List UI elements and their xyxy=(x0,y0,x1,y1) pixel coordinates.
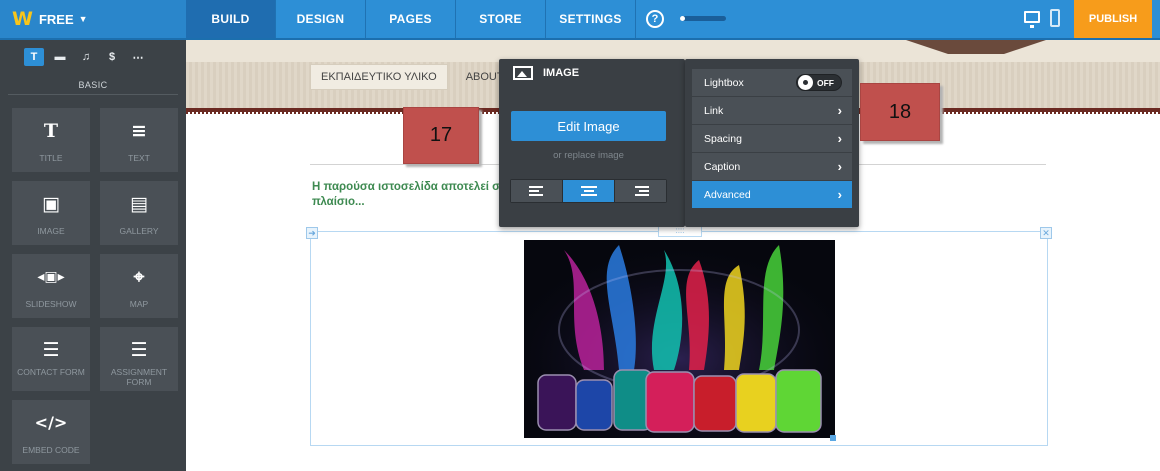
chevron-right-icon: › xyxy=(837,159,842,174)
site-menu-button[interactable]: W FREE ▼ xyxy=(0,0,186,38)
edit-image-button[interactable]: Edit Image xyxy=(511,111,666,141)
element-text[interactable]: ≡ TEXT xyxy=(100,108,178,172)
chevron-right-icon: › xyxy=(837,187,842,202)
panel-title: IMAGE xyxy=(513,66,579,80)
element-image[interactable]: ▣ IMAGE xyxy=(12,181,90,245)
top-toolbar: W FREE ▼ BUILD DESIGN PAGES STORE SETTIN… xyxy=(0,0,1160,40)
form-icon: ☰ xyxy=(130,339,148,361)
image-icon xyxy=(513,66,533,80)
dollar-icon[interactable]: $ xyxy=(102,48,122,66)
chevron-right-icon: › xyxy=(837,103,842,118)
lightbox-option[interactable]: Lightbox OFF xyxy=(692,69,852,96)
spacing-option[interactable]: Spacing › xyxy=(692,125,852,152)
toggle-knob xyxy=(798,75,813,90)
map-pin-icon: ⌖ xyxy=(133,266,145,288)
tab-pages[interactable]: PAGES xyxy=(366,0,456,38)
element-label: TEXT xyxy=(128,153,150,163)
element-label: IMAGE xyxy=(37,226,65,236)
element-label: ASSIGNMENT FORM xyxy=(110,367,168,387)
plan-label: FREE xyxy=(38,11,74,27)
advanced-option[interactable]: Advanced › xyxy=(692,181,852,208)
tab-settings[interactable]: SETTINGS xyxy=(546,0,636,38)
link-option[interactable]: Link › xyxy=(692,97,852,124)
image-icon: ▣ xyxy=(42,193,60,215)
paragraph-text[interactable]: Η παρούσα ιστοσελίδα αποτελεί στο πλαίσι… xyxy=(312,180,512,210)
caption-option[interactable]: Caption › xyxy=(692,153,852,180)
image-settings-panel: IMAGE Edit Image or replace image xyxy=(499,59,685,227)
element-label: TITLE xyxy=(39,153,63,163)
replace-image-link[interactable]: or replace image xyxy=(511,150,666,161)
element-assignment-form[interactable]: ☰ ASSIGNMENT FORM xyxy=(100,327,178,391)
chevron-down-icon: ▼ xyxy=(78,14,88,24)
element-label: CONTACT FORM xyxy=(17,367,85,377)
chevron-right-icon: › xyxy=(837,131,842,146)
element-title[interactable]: T TITLE xyxy=(12,108,90,172)
main-nav: BUILD DESIGN PAGES STORE SETTINGS xyxy=(186,0,636,38)
option-label: Spacing xyxy=(704,132,742,145)
form-icon: ☰ xyxy=(42,339,60,361)
gallery-icon: ▤ xyxy=(130,193,148,215)
drag-handle-icon[interactable]: :::: xyxy=(658,226,702,237)
element-embed-code[interactable]: </> EMBED CODE xyxy=(12,400,90,464)
element-label: EMBED CODE xyxy=(22,445,80,455)
title-icon: T xyxy=(43,120,59,142)
section-label: BASIC xyxy=(8,80,178,95)
publish-button[interactable]: PUBLISH xyxy=(1074,0,1152,38)
element-label: MAP xyxy=(129,299,149,309)
option-label: Link xyxy=(704,104,724,117)
code-icon: </> xyxy=(34,413,68,432)
tab-store[interactable]: STORE xyxy=(456,0,546,38)
element-gallery[interactable]: ▤ GALLERY xyxy=(100,181,178,245)
media-icon[interactable]: ♫ xyxy=(76,48,96,66)
lightbox-toggle[interactable]: OFF xyxy=(796,74,842,91)
element-slideshow[interactable]: ◂▣▸ SLIDESHOW xyxy=(12,254,90,318)
text-lines-icon: ≡ xyxy=(131,120,147,142)
weebly-logo-icon: W xyxy=(12,8,33,30)
elements-sidebar: T ▬ ♫ $ ⋯ BASIC T TITLE ≡ TEXT ▣ IMAGE ▤… xyxy=(0,40,186,471)
option-label: Caption xyxy=(704,160,741,173)
more-icon[interactable]: ⋯ xyxy=(128,48,148,66)
mobile-view-icon[interactable] xyxy=(1050,9,1060,27)
element-label: GALLERY xyxy=(119,226,159,236)
site-menu: ΕΚΠΑΙΔΕΥΤΙΚΟ ΥΛΙΚΟ ABOUT xyxy=(310,64,522,90)
progress-bar xyxy=(680,16,726,21)
slideshow-icon: ◂▣▸ xyxy=(37,269,65,285)
align-center-icon[interactable] xyxy=(563,180,615,202)
element-map[interactable]: ⌖ MAP xyxy=(100,254,178,318)
layout-icon[interactable]: ▬ xyxy=(50,48,70,66)
move-icon[interactable]: ➜ xyxy=(306,227,318,239)
option-label: Advanced xyxy=(704,188,751,201)
tab-build[interactable]: BUILD xyxy=(186,0,276,38)
callout-18: 18 xyxy=(860,83,940,141)
callout-17: 17 xyxy=(403,107,479,164)
tab-design[interactable]: DESIGN xyxy=(276,0,366,38)
option-label: Lightbox xyxy=(704,76,744,89)
alignment-selector xyxy=(510,179,667,203)
element-contact-form[interactable]: ☰ CONTACT FORM xyxy=(12,327,90,391)
panel-title-text: IMAGE xyxy=(543,67,580,79)
image-options-panel: Lightbox OFF Link › Spacing › Caption › … xyxy=(685,59,859,227)
align-left-icon[interactable] xyxy=(511,180,563,202)
toggle-state: OFF xyxy=(817,77,834,88)
element-label: SLIDESHOW xyxy=(25,299,77,309)
paint-splash-image[interactable] xyxy=(524,240,835,438)
desktop-view-icon[interactable] xyxy=(1024,11,1040,28)
close-icon[interactable]: ✕ xyxy=(1040,227,1052,239)
element-categories: T ▬ ♫ $ ⋯ xyxy=(0,40,186,82)
nav-link-material[interactable]: ΕΚΠΑΙΔΕΥΤΙΚΟ ΥΛΙΚΟ xyxy=(310,64,448,90)
align-right-icon[interactable] xyxy=(615,180,666,202)
help-icon[interactable]: ? xyxy=(646,10,664,28)
resize-handle[interactable] xyxy=(830,435,836,441)
text-icon[interactable]: T xyxy=(24,48,44,66)
